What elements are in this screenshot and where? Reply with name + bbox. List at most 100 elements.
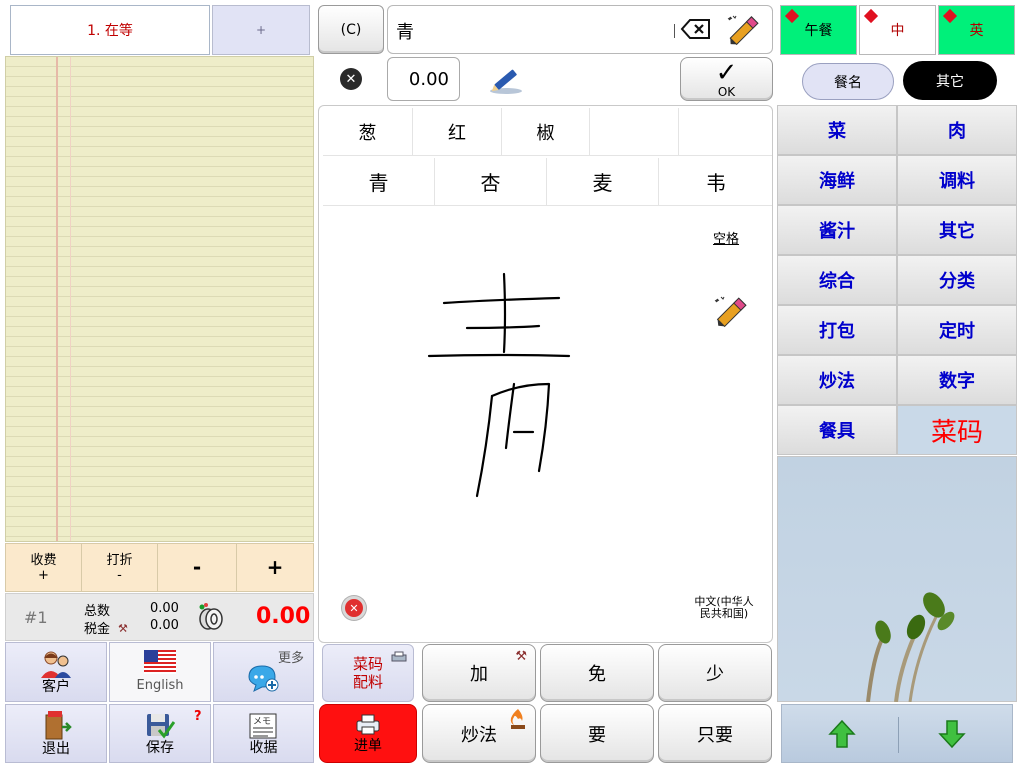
modifier-only-button[interactable]: 只要: [658, 704, 772, 763]
category-seafood[interactable]: 海鲜: [777, 155, 897, 205]
candidate-char[interactable]: 葱: [323, 108, 413, 155]
category-classify[interactable]: 分类: [897, 255, 1017, 305]
modifier-code-button[interactable]: 菜码 配料: [322, 644, 414, 702]
ingredients-label: 配料: [352, 673, 383, 691]
category-utensils[interactable]: 餐具: [777, 405, 897, 455]
memo-note-icon: メモ: [249, 713, 276, 738]
exit-button[interactable]: 退出: [5, 704, 107, 763]
meal-tab-lunch-label: 午餐: [804, 23, 833, 39]
decrease-qty-button[interactable]: -: [158, 544, 237, 591]
category-seasoning[interactable]: 调料: [897, 155, 1017, 205]
candidate-char[interactable]: 青: [323, 158, 435, 205]
search-input[interactable]: 青: [387, 5, 773, 54]
modifier-cooking-button[interactable]: 炒法: [422, 704, 536, 763]
grand-total: 0.00: [256, 604, 311, 629]
scroll-nav-bar: [781, 704, 1013, 763]
arrow-up-icon[interactable]: [828, 719, 856, 749]
modifier-want-button[interactable]: 要: [540, 704, 654, 763]
tab-other[interactable]: 其它: [903, 61, 997, 100]
chat-add-icon: [248, 665, 279, 692]
ok-label: OK: [717, 85, 736, 99]
handwriting-ink: [427, 272, 571, 498]
customer-button[interactable]: 客户: [5, 642, 107, 702]
subtotal-label: 总数: [84, 604, 111, 619]
send-order-button[interactable]: 进单: [319, 704, 417, 763]
clear-button[interactable]: (C): [318, 5, 384, 54]
handwriting-panel[interactable]: 葱 红 椒 青 杏 麦 韦 空格 ✕ 中文(中华人民共和国): [318, 105, 773, 643]
candidate-char[interactable]: 椒: [502, 108, 590, 155]
language-button[interactable]: English: [109, 642, 211, 702]
modifier-free-button[interactable]: 免: [540, 644, 654, 702]
cancel-qty-icon[interactable]: ✕: [340, 68, 362, 90]
pen-edit-icon[interactable]: [488, 64, 524, 96]
modifier-add-button[interactable]: 加 ⚒: [422, 644, 536, 702]
meal-tab-lunch[interactable]: 午餐: [780, 5, 857, 55]
modifier-less-button[interactable]: 少: [658, 644, 772, 702]
category-grid: 菜 肉 海鲜 调料 酱汁 其它 综合 分类 打包 定时 炒法 数字 餐具 菜码: [777, 105, 1017, 456]
candidate-char[interactable]: 麦: [547, 158, 659, 205]
category-tab-bar: 餐名 其它: [779, 57, 1017, 105]
printer-icon: [356, 714, 380, 734]
tax-tool-icon[interactable]: ⚒: [118, 622, 128, 635]
charge-button[interactable]: 收费 +: [6, 544, 82, 591]
exit-label: 退出: [42, 740, 70, 757]
more-label: 更多: [278, 651, 305, 666]
memo-tag: メモ: [253, 717, 271, 727]
quantity-input[interactable]: 0.00: [387, 57, 460, 101]
language-tab-english-label: 英: [969, 23, 984, 39]
coins-icon[interactable]: [196, 602, 226, 632]
category-takeout[interactable]: 打包: [777, 305, 897, 355]
category-other[interactable]: 其它: [897, 205, 1017, 255]
candidate-char[interactable]: [590, 108, 679, 155]
backspace-icon[interactable]: [680, 17, 712, 41]
save-badge: ?: [194, 709, 202, 724]
order-list-pad[interactable]: [5, 56, 314, 542]
modifier-add-label: 加: [470, 664, 488, 685]
order-action-row: 收费 + 打折 - - +: [5, 543, 314, 592]
candidate-char[interactable]: [679, 108, 772, 155]
category-number[interactable]: 数字: [897, 355, 1017, 405]
category-vegetable[interactable]: 菜: [777, 105, 897, 155]
plus-label: +: [266, 555, 284, 579]
discount-button[interactable]: 打折 -: [82, 544, 158, 591]
nav-divider: [898, 717, 899, 753]
arrow-down-icon[interactable]: [938, 719, 966, 749]
language-tab-english[interactable]: 英: [938, 5, 1015, 55]
ime-language-label: 中文(中华人民共和国): [694, 595, 754, 620]
category-meat[interactable]: 肉: [897, 105, 1017, 155]
mod-code-label: 菜码: [352, 655, 383, 673]
pad-margin-line-secondary: [70, 57, 71, 541]
charge-label: 收费: [30, 552, 57, 568]
category-combo[interactable]: 综合: [777, 255, 897, 305]
modifier-cooking-label: 炒法: [461, 724, 497, 746]
candidate-char[interactable]: 杏: [435, 158, 547, 205]
category-timer[interactable]: 定时: [897, 305, 1017, 355]
order-tab-waiting[interactable]: 1. 在等: [10, 5, 210, 55]
save-disk-icon: [147, 713, 175, 738]
eraser-icon[interactable]: [724, 13, 762, 49]
save-button[interactable]: ? 保存: [109, 704, 211, 763]
eraser-icon[interactable]: [711, 294, 751, 332]
receipt-button[interactable]: メモ 收据: [213, 704, 314, 763]
exit-door-icon: [45, 710, 72, 739]
us-flag-icon: [144, 650, 176, 674]
candidate-char[interactable]: 韦: [659, 158, 772, 205]
flag-marker-icon: [784, 8, 800, 24]
minus-label: -: [192, 555, 202, 579]
language-tab-chinese[interactable]: 中: [859, 5, 936, 55]
tax-label: 税金: [84, 622, 111, 637]
tab-dish-name[interactable]: 餐名: [802, 63, 894, 100]
add-order-tab[interactable]: +: [212, 5, 310, 55]
candidate-row-1: 葱 红 椒: [323, 108, 772, 156]
candidate-char[interactable]: 红: [413, 108, 502, 155]
decorative-background: [777, 456, 1017, 702]
increase-qty-button[interactable]: +: [237, 544, 313, 591]
category-sauce[interactable]: 酱汁: [777, 205, 897, 255]
category-dish-code[interactable]: 菜码: [897, 405, 1017, 455]
space-key[interactable]: 空格: [713, 228, 739, 247]
more-button[interactable]: 更多: [213, 642, 314, 702]
category-cooking[interactable]: 炒法: [777, 355, 897, 405]
close-pad-icon[interactable]: ✕: [342, 596, 366, 620]
totals-panel: #1 总数 税金 ⚒ 0.00 0.00 0.00: [5, 593, 314, 641]
ok-button[interactable]: ✓ OK: [680, 57, 773, 101]
